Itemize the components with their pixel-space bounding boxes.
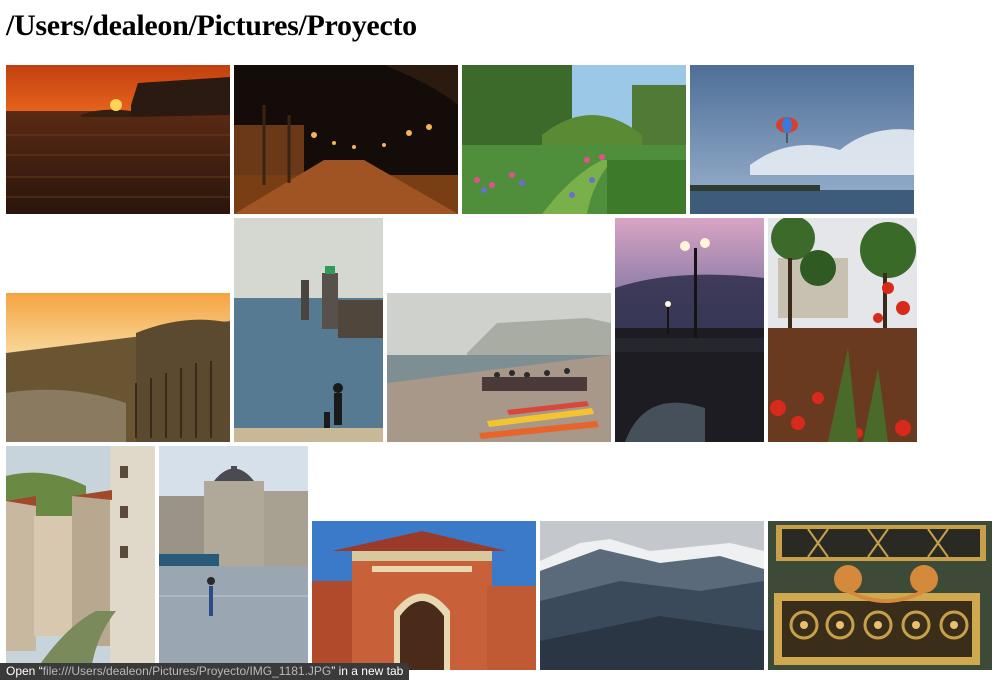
photo-bridge-lamp-dusk[interactable] (615, 218, 764, 442)
status-suffix: ” in a new tab (331, 664, 404, 678)
status-bar-link-preview: Open “file:///Users/dealeon/Pictures/Pro… (0, 663, 410, 680)
photo-mountain-valley[interactable] (540, 521, 764, 670)
page-title: /Users/dealeon/Pictures/Proyecto (6, 9, 417, 42)
photo-ornate-gate[interactable] (768, 521, 992, 670)
photo-lighthouse-pier[interactable] (234, 218, 383, 442)
photo-brick-gatehouse[interactable] (312, 521, 536, 670)
photo-dune-sunset[interactable] (6, 293, 230, 442)
photo-cliff-beach-kayaks[interactable] (387, 293, 611, 442)
photo-village-street[interactable] (6, 446, 155, 670)
photo-night-street[interactable] (234, 65, 458, 214)
photo-square-reflection[interactable] (159, 446, 308, 670)
photo-garden-flowers[interactable] (462, 65, 686, 214)
photo-red-flowers-trees[interactable] (768, 218, 917, 442)
status-url: file:///Users/dealeon/Pictures/Proyecto/… (42, 664, 332, 678)
photo-parasail-bay[interactable] (690, 65, 914, 214)
status-prefix: Open “ (6, 664, 43, 678)
photo-sunset-sea[interactable] (6, 65, 230, 214)
